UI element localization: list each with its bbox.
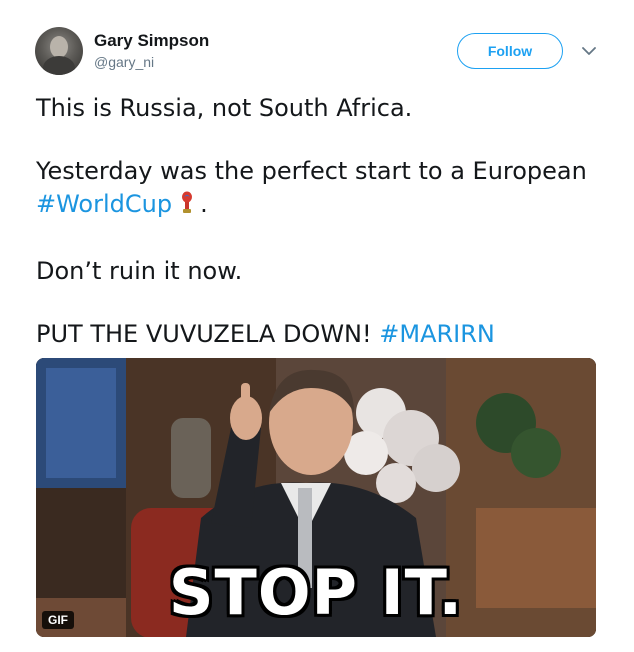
- tweet-card: Gary Simpson @gary_ni Follow This is Rus…: [0, 0, 634, 652]
- hashtag-marirn[interactable]: #MARIRN: [379, 320, 495, 348]
- hashtag-worldcup[interactable]: #WorldCup: [36, 190, 172, 218]
- tweet-text-segment: Yesterday was the perfect start to a Eur…: [36, 157, 587, 185]
- tweet-text-line-3: Don’t ruin it now.: [36, 257, 243, 285]
- tweet-text-period: .: [200, 190, 208, 218]
- gif-media[interactable]: STOP IT. GIF: [36, 358, 596, 637]
- tweet-text-line-2: Yesterday was the perfect start to a Eur…: [36, 155, 587, 221]
- gif-badge: GIF: [42, 611, 74, 629]
- follow-button[interactable]: Follow: [457, 33, 563, 69]
- tweet-text-line-4: PUT THE VUVUZELA DOWN! #MARIRN: [36, 318, 495, 351]
- avatar-body: [43, 56, 75, 75]
- world-cup-trophy-icon: [180, 191, 194, 215]
- avatar[interactable]: [35, 27, 83, 75]
- user-name[interactable]: Gary Simpson: [94, 31, 209, 51]
- tweet-text-segment: PUT THE VUVUZELA DOWN!: [36, 320, 372, 348]
- tweet-text-line-1: This is Russia, not South Africa.: [36, 94, 413, 122]
- user-handle[interactable]: @gary_ni: [94, 54, 154, 70]
- avatar-face: [50, 36, 68, 58]
- chevron-down-icon[interactable]: [578, 40, 600, 62]
- gif-caption: STOP IT.: [168, 556, 464, 629]
